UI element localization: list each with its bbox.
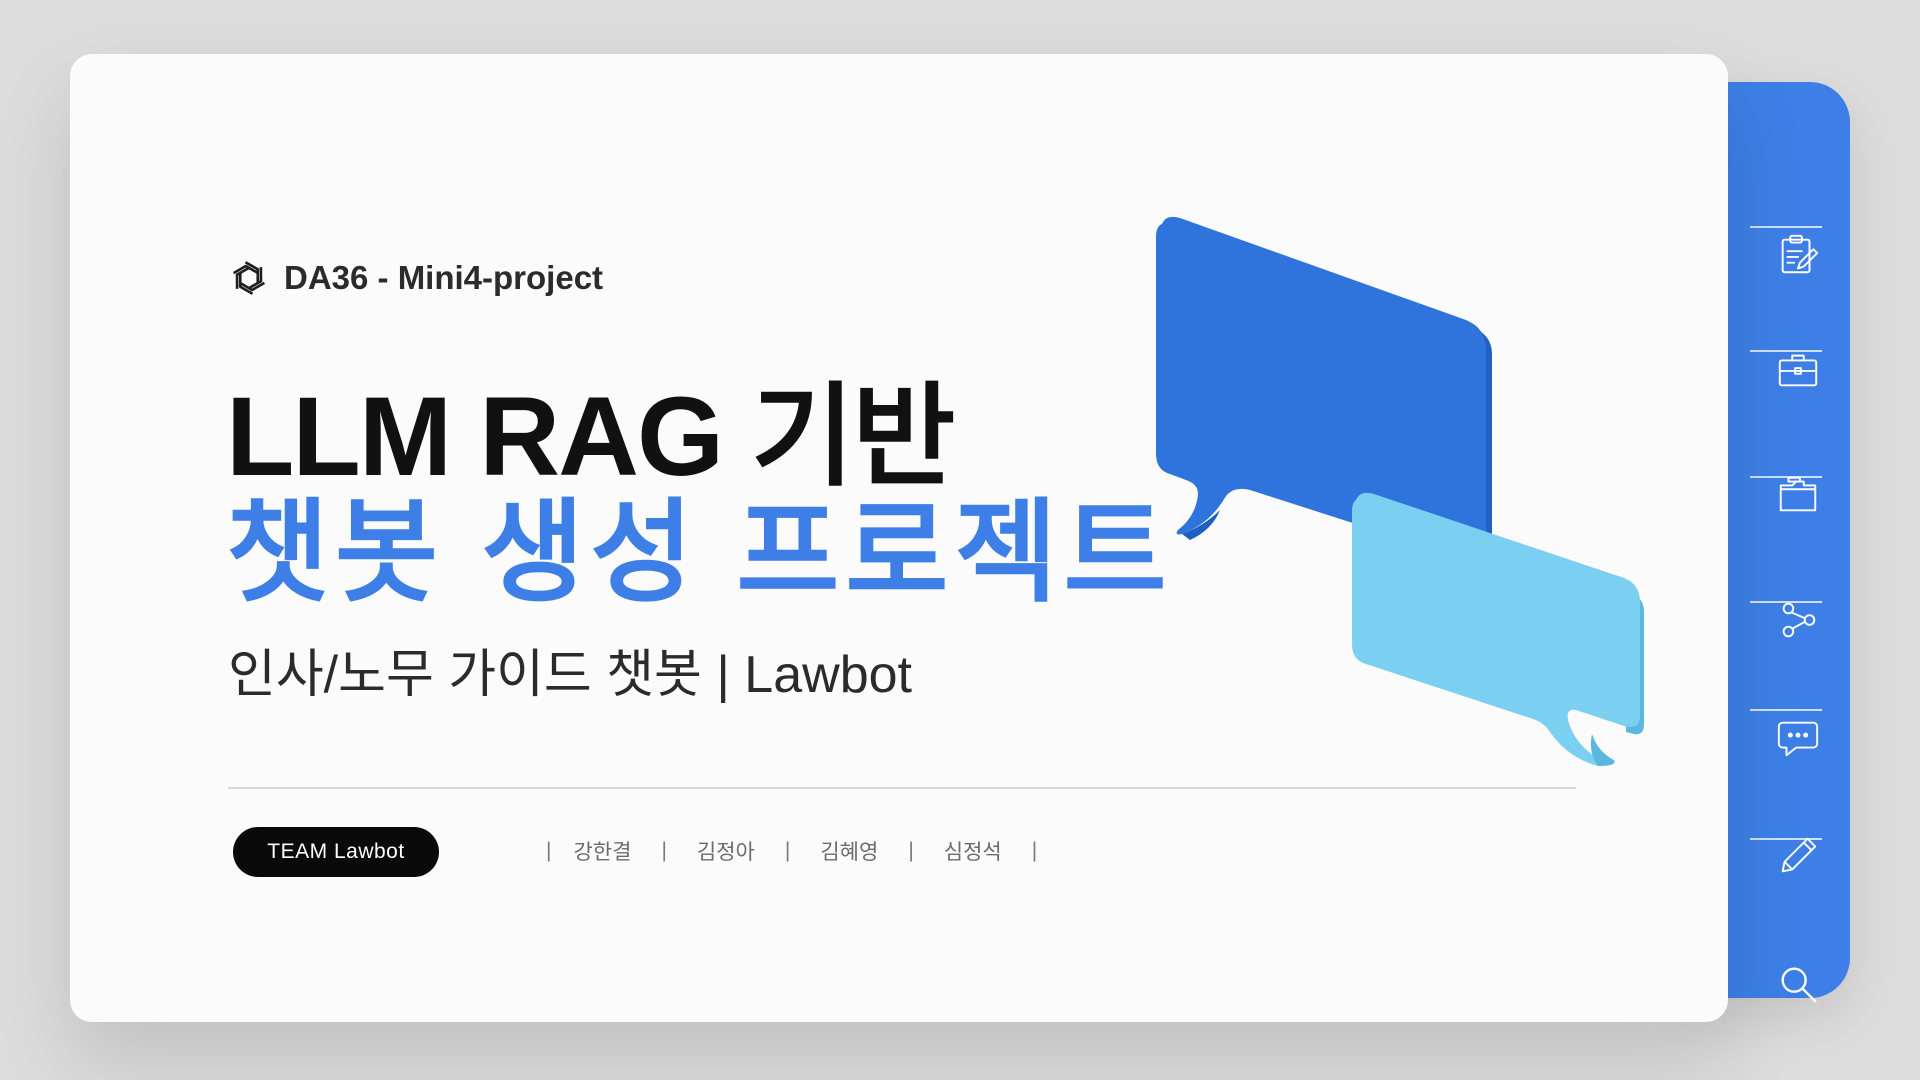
member-name: 강한결 (573, 841, 632, 864)
title-line-2: 챗봇 생성 프로젝트 (226, 490, 1173, 615)
separator: | (1031, 839, 1038, 862)
search-icon[interactable] (1750, 954, 1846, 1014)
subtitle: 인사/노무 가이드 챗봇 | Lawbot (228, 646, 912, 704)
pencil-icon[interactable] (1750, 826, 1846, 886)
folder-icon[interactable] (1750, 465, 1846, 525)
team-badge: TEAM Lawbot (233, 827, 439, 877)
briefcase-icon[interactable] (1750, 340, 1846, 400)
project-label: DA36 - Mini4-project (284, 259, 604, 296)
openai-knot-icon (232, 261, 266, 295)
separator: | (784, 839, 791, 862)
separator: | (661, 839, 667, 862)
speech-bubbles-illustration (1156, 216, 1644, 766)
member-name: 심정석 (943, 841, 1002, 864)
member-name: 김혜영 (820, 841, 879, 864)
team-members: | 강한결 | 김정아 | 김혜영 | 심정석 | (540, 836, 1067, 866)
share-nodes-icon[interactable] (1750, 590, 1846, 650)
separator: | (908, 839, 914, 862)
title-slide-card: DA36 - Mini4-project LLM RAG 기반 챗봇 생성 프로… (70, 54, 1728, 1022)
separator: | (546, 839, 552, 862)
member-name: 김정아 (696, 841, 755, 864)
chat-bubble-icon[interactable] (1750, 708, 1846, 768)
clipboard-edit-icon[interactable] (1750, 225, 1846, 285)
brand: DA36 - Mini4-project (228, 257, 603, 299)
